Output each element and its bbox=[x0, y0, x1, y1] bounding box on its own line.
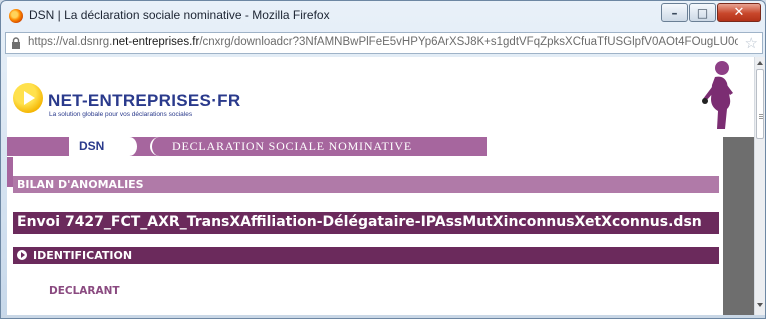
url-domain: net-entreprises.fr bbox=[112, 36, 200, 48]
grip-icon bbox=[759, 114, 763, 115]
url-path: /cnxrg/downloadcr?3NfAMNBwPlFeE5vHPYp6Ar… bbox=[199, 36, 738, 48]
url-prefix: https://val.dsnrg. bbox=[28, 36, 113, 48]
lock-icon bbox=[12, 37, 20, 49]
close-icon: ✕ bbox=[733, 5, 745, 20]
site-logo-text[interactable]: NET-ENTREPRISES·FR bbox=[48, 91, 240, 111]
page-content: NET-ENTREPRISES·FR La solution globale p… bbox=[7, 57, 754, 315]
minimize-button[interactable]: – bbox=[661, 3, 688, 22]
vertical-scrollbar[interactable] bbox=[754, 57, 765, 315]
window-controls: – □ ✕ bbox=[661, 3, 761, 22]
section-title: DECLARATION SOCIALE NOMINATIVE bbox=[172, 139, 412, 153]
address-bar[interactable]: https://val.dsnrg.net-entreprises.fr/cnx… bbox=[5, 32, 763, 54]
identification-section-toggle[interactable]: IDENTIFICATION bbox=[13, 247, 719, 264]
maximize-button[interactable]: □ bbox=[689, 3, 716, 22]
envoi-header: Envoi 7427_FCT_AXR_TransXAffiliation-Dél… bbox=[13, 212, 719, 234]
bookmark-star-icon[interactable]: ☆ bbox=[745, 34, 758, 52]
scroll-up-icon[interactable] bbox=[757, 61, 763, 65]
browser-window: DSN | La déclaration sociale nominative … bbox=[0, 0, 766, 319]
window-title: DSN | La déclaration sociale nominative … bbox=[29, 8, 330, 22]
close-button[interactable]: ✕ bbox=[717, 3, 761, 22]
site-tagline: La solution globale pour vos déclaration… bbox=[49, 111, 193, 118]
title-bar: DSN | La déclaration sociale nominative … bbox=[1, 1, 765, 31]
bilan-header: BILAN D'ANOMALIES bbox=[13, 176, 719, 193]
bilan-title: BILAN D'ANOMALIES bbox=[17, 178, 144, 191]
firefox-icon bbox=[9, 9, 23, 23]
identification-label: IDENTIFICATION bbox=[33, 249, 133, 262]
url-text[interactable]: https://val.dsnrg.net-entreprises.fr/cnx… bbox=[28, 36, 738, 48]
envoi-title: Envoi 7427_FCT_AXR_TransXAffiliation-Dél… bbox=[17, 214, 702, 230]
logo-play-icon bbox=[24, 91, 35, 105]
expand-arrow-icon[interactable] bbox=[17, 250, 27, 260]
tab-dsn-label[interactable]: DSN bbox=[79, 139, 104, 153]
right-gray-column bbox=[723, 137, 754, 315]
mascot-figure-icon bbox=[702, 61, 733, 129]
maximize-icon: □ bbox=[696, 5, 709, 20]
declarant-heading: DECLARANT bbox=[49, 285, 120, 297]
minimize-icon: – bbox=[671, 5, 678, 20]
scroll-down-icon[interactable] bbox=[757, 303, 763, 307]
scrollbar-thumb[interactable] bbox=[756, 69, 764, 139]
window-bottom-border bbox=[1, 315, 765, 318]
